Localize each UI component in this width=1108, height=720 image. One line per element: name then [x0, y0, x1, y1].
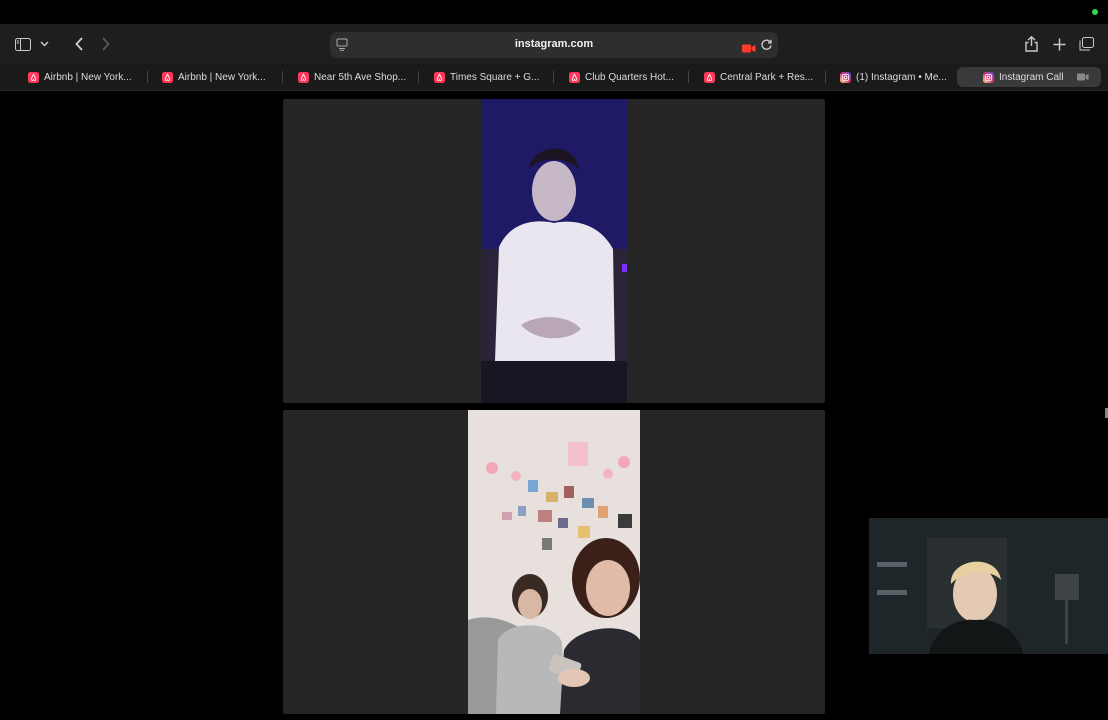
- camera-icon: [1077, 73, 1089, 81]
- tab-club-quarters[interactable]: Club Quarters Hot...: [569, 67, 679, 87]
- airbnb-icon: [162, 71, 173, 83]
- self-view-scene: [869, 518, 1108, 654]
- tab-label: Instagram Call: [999, 71, 1064, 83]
- back-button[interactable]: [70, 32, 88, 56]
- menu-bar: [0, 0, 1108, 24]
- reload-icon[interactable]: [760, 38, 773, 56]
- airbnb-icon: [298, 71, 309, 83]
- tab-label: Times Square + G...: [450, 71, 540, 83]
- camera-in-use-indicator: [1092, 9, 1098, 15]
- participant-video: [481, 99, 627, 403]
- participant-video: [468, 410, 640, 714]
- tab-overview-icon: [1079, 37, 1094, 51]
- tab-airbnb-2[interactable]: Airbnb | New York...: [162, 67, 272, 87]
- instagram-icon: [840, 71, 851, 83]
- airbnb-icon: [434, 71, 445, 83]
- share-icon: [1024, 36, 1038, 52]
- tab-separator: [282, 71, 283, 83]
- airbnb-icon: [704, 71, 715, 83]
- tab-label: Central Park + Res...: [720, 71, 814, 83]
- participant-tile[interactable]: [283, 99, 825, 403]
- address-bar[interactable]: instagram.com: [330, 32, 778, 58]
- tab-instagram-call[interactable]: Instagram Call: [957, 67, 1101, 87]
- new-tab-button[interactable]: [1050, 32, 1068, 56]
- tab-separator: [553, 71, 554, 83]
- tab-overview-button[interactable]: [1077, 32, 1095, 56]
- tab-label: Airbnb | New York...: [44, 71, 132, 83]
- airbnb-icon: [569, 71, 580, 83]
- tab-near-5th-ave[interactable]: Near 5th Ave Shop...: [298, 67, 410, 87]
- instagram-icon: [983, 71, 994, 83]
- tab-central-park[interactable]: Central Park + Res...: [704, 67, 816, 87]
- chevron-down-icon: [39, 41, 49, 47]
- tab-separator: [825, 71, 826, 83]
- tab-separator: [147, 71, 148, 83]
- room-scene: [468, 410, 640, 714]
- camera-active-icon[interactable]: [742, 40, 756, 58]
- chevron-right-icon: [101, 37, 110, 51]
- tab-instagram-messages[interactable]: (1) Instagram • Me...: [840, 67, 950, 87]
- tab-airbnb-1[interactable]: Airbnb | New York...: [28, 67, 138, 87]
- self-view-video[interactable]: [869, 518, 1108, 654]
- forward-button[interactable]: [96, 32, 114, 56]
- tab-separator: [688, 71, 689, 83]
- tab-label: Club Quarters Hot...: [585, 71, 674, 83]
- sidebar-icon: [15, 37, 31, 51]
- tab-label: Airbnb | New York...: [178, 71, 266, 83]
- chevron-left-icon: [74, 37, 83, 51]
- share-button[interactable]: [1022, 32, 1040, 56]
- sidebar-toggle-button[interactable]: [12, 32, 34, 56]
- person-silhouette: [481, 99, 627, 403]
- tab-label: (1) Instagram • Me...: [856, 71, 947, 83]
- participant-tile[interactable]: [283, 410, 825, 714]
- tab-separator: [418, 71, 419, 83]
- tab-times-square[interactable]: Times Square + G...: [434, 67, 542, 87]
- tab-label: Near 5th Ave Shop...: [314, 71, 407, 83]
- sidebar-menu-button[interactable]: [37, 32, 51, 56]
- airbnb-icon: [28, 71, 39, 83]
- url-text[interactable]: instagram.com: [330, 38, 778, 50]
- plus-icon: [1053, 38, 1065, 50]
- tab-bar: Airbnb | New York... Airbnb | New York..…: [0, 64, 1108, 91]
